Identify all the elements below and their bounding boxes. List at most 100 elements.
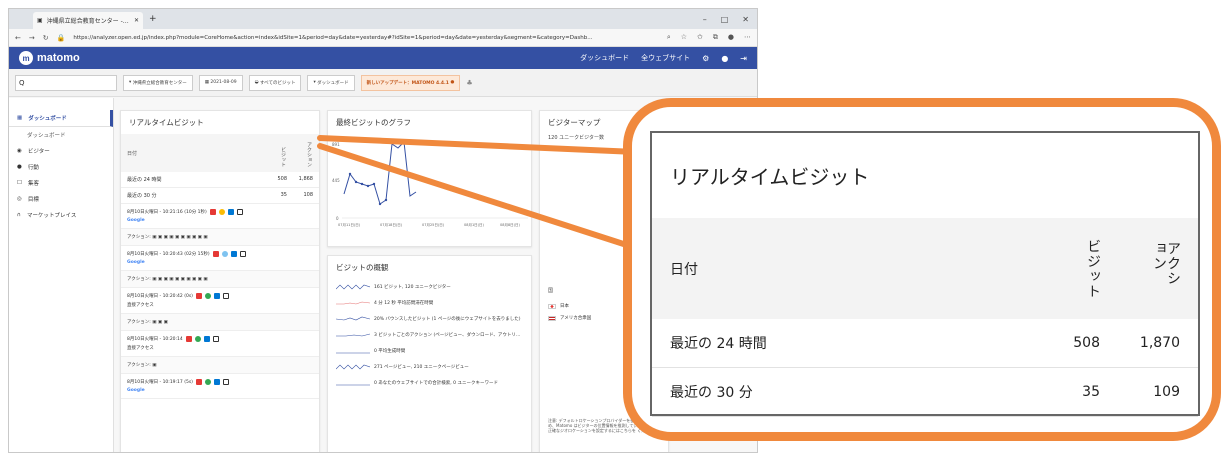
sidebar-item-goals[interactable]: ◎ 目標 xyxy=(9,191,113,207)
browser-icon xyxy=(204,293,211,299)
date-selector[interactable]: ▦ 2021-08-09 xyxy=(198,74,243,91)
visit-source: 直接アクセス xyxy=(127,303,154,308)
y-tick: 0 xyxy=(336,216,339,221)
sidebar-item-label: マーケットプレイス xyxy=(27,213,77,219)
forward-icon[interactable]: → xyxy=(29,34,35,42)
overview-line: 3 ビジットごとのアクション (ページビュー、ダウンロード、アウトリンク、内部サ… xyxy=(328,327,531,343)
visit-source: Google xyxy=(127,388,145,393)
flag-icon xyxy=(212,251,219,257)
visit-source: Google xyxy=(127,218,145,223)
row-actions: 108 xyxy=(303,192,313,198)
acquisition-icon: ☐ xyxy=(17,180,22,186)
actions-label: アクション: xyxy=(127,235,151,240)
dashboard-selector[interactable]: ▾ ダッシュボード xyxy=(307,74,355,91)
sparkline xyxy=(336,284,370,290)
sidebar-item-visitors[interactable]: ◉ ビジター xyxy=(9,143,113,159)
bell-icon[interactable]: ♣ xyxy=(466,79,472,87)
realtime-table-header: 日付 ビジット アクション xyxy=(121,134,319,172)
site-label: 沖縄県立総合教育センター xyxy=(132,80,187,86)
overview-text: 161 ビジット, 120 ユニークビジター xyxy=(374,285,451,290)
desktop-icon xyxy=(236,209,243,215)
lock-icon: 🔒 xyxy=(56,33,66,42)
back-icon[interactable]: ← xyxy=(15,34,21,42)
refresh-icon[interactable]: ↻ xyxy=(43,34,49,42)
flag-icon xyxy=(195,379,202,385)
sidebar-item-marketplace[interactable]: ∩ マーケットプレイス xyxy=(9,207,113,223)
overview-line: 20% バウンスしたビジット (1 ページの後にウェブサイトを去りました) xyxy=(328,311,531,327)
collections-icon[interactable]: ⧉ xyxy=(713,33,718,42)
row-label: 最近の 30 分 xyxy=(127,193,157,199)
gear-icon[interactable]: ⚙ xyxy=(702,54,709,63)
more-icon[interactable]: ⋯ xyxy=(744,33,751,42)
goals-icon: ◎ xyxy=(17,196,22,202)
actions-label: アクション: xyxy=(127,320,151,325)
col-date: 日付 xyxy=(127,150,138,157)
data-point xyxy=(384,198,388,202)
zoom-title: リアルタイムビジット xyxy=(670,165,870,189)
close-tab-icon[interactable]: ✕ xyxy=(134,17,139,24)
minimize-icon[interactable]: – xyxy=(703,15,707,24)
segment-label: すべてのビジット xyxy=(259,80,296,86)
date-label: 2021-08-09 xyxy=(210,80,237,85)
search-icon: Q xyxy=(19,78,25,87)
data-point xyxy=(354,180,358,184)
favorite-icon[interactable]: ☆ xyxy=(681,33,687,42)
update-notice[interactable]: 新しいアップデート：MATOMO 4.4.1 ● xyxy=(360,74,461,91)
y-tick: 891 xyxy=(332,142,340,147)
browser-tab[interactable]: ▣ 沖縄県立総合教育センター - 2021... ✕ xyxy=(33,12,143,29)
zoom-table-header: 日付 ビジット アクション xyxy=(652,218,1198,319)
flag-icon xyxy=(209,209,216,215)
favorites-bar-icon[interactable]: ✩ xyxy=(697,33,703,42)
overview-text: 20% バウンスしたビジット (1 ページの後にウェブサイトを去りました) xyxy=(374,317,521,322)
calendar-icon: ▦ xyxy=(204,80,209,85)
visit-time: 8月10日火曜日 - 10:20:42 (0s) xyxy=(127,294,193,299)
url-input[interactable]: https://analyzer.open.ed.jp/index.php?mo… xyxy=(73,35,658,41)
zoomed-realtime-panel: リアルタイムビジット 日付 ビジット アクション 最近の 24 時間 508 1… xyxy=(650,131,1200,417)
visit-entry[interactable]: 8月10日火曜日 - 10:19:17 (5s) Google xyxy=(121,374,319,399)
zoom-col-date: 日付 xyxy=(670,261,698,278)
logout-icon[interactable]: ⇥ xyxy=(740,54,747,63)
overview-text: 4 分 12 秒 平均訪問滞在時間 xyxy=(374,301,434,306)
realtime-visits-widget: リアルタイムビジット 日付 ビジット アクション 最近の 24 時間 508 1… xyxy=(120,110,320,452)
new-tab-button[interactable]: + xyxy=(149,14,157,24)
profile-icon[interactable]: ● xyxy=(728,33,734,42)
sparkline xyxy=(336,352,370,354)
browser-icon xyxy=(218,209,225,215)
visit-time: 8月10日火曜日 - 10:19:17 (5s) xyxy=(127,380,193,385)
x-tick: 07月25日(日) xyxy=(422,222,445,227)
sidebar-subitem-dashboard[interactable]: ダッシュボード xyxy=(9,127,113,143)
zoom-icon[interactable]: ⌕ xyxy=(667,33,671,42)
sidebar-item-acquisition[interactable]: ☐ 集客 xyxy=(9,175,113,191)
favicon-icon: ▣ xyxy=(37,17,43,24)
overview-text: 271 ページビュー, 210 ユニークページビュー xyxy=(374,365,469,370)
desktop-icon xyxy=(239,251,246,257)
flag-icon xyxy=(185,336,192,342)
sparkline xyxy=(336,364,370,370)
visit-entry[interactable]: 8月10日火曜日 - 10:20:42 (0s) 直接アクセス xyxy=(121,288,319,314)
visit-entry[interactable]: 8月10日火曜日 - 10:20:14 直接アクセス xyxy=(121,331,319,357)
segment-selector[interactable]: ◒ すべてのビジット xyxy=(248,74,302,91)
sparkline xyxy=(336,333,370,337)
data-point xyxy=(348,172,352,176)
sidebar-item-behaviour[interactable]: ● 行動 xyxy=(9,159,113,175)
data-point xyxy=(372,182,376,186)
desktop-icon xyxy=(222,379,229,385)
nav-all-sites[interactable]: 全ウェブサイト xyxy=(641,53,690,63)
matomo-logo[interactable]: m matomo xyxy=(19,51,80,65)
sidebar-item-dashboard[interactable]: ▦ ダッシュボード xyxy=(9,110,113,127)
japan-flag-icon xyxy=(548,303,556,309)
nav-dashboard[interactable]: ダッシュボード xyxy=(580,53,629,63)
maximize-icon[interactable]: □ xyxy=(721,15,729,24)
zoom-row-label: 最近の 30 分 xyxy=(670,385,753,401)
visit-entry[interactable]: 8月10日火曜日 - 10:20:43 (02分 15秒) Google xyxy=(121,246,319,271)
help-icon[interactable]: ● xyxy=(721,54,728,63)
search-input[interactable]: Q xyxy=(15,74,117,91)
x-tick: 08月8日(日) xyxy=(500,222,521,227)
visit-entry[interactable]: 8月10日火曜日 - 10:21:16 (10分 1秒) Google xyxy=(121,204,319,229)
x-tick: 07月18日(日) xyxy=(380,222,403,227)
sparkline xyxy=(336,316,370,321)
site-selector[interactable]: ▾ 沖縄県立総合教育センター xyxy=(123,74,193,91)
close-window-icon[interactable]: ✕ xyxy=(742,15,749,24)
country-name: 日本 xyxy=(560,304,569,309)
visitors-icon: ◉ xyxy=(17,148,22,154)
